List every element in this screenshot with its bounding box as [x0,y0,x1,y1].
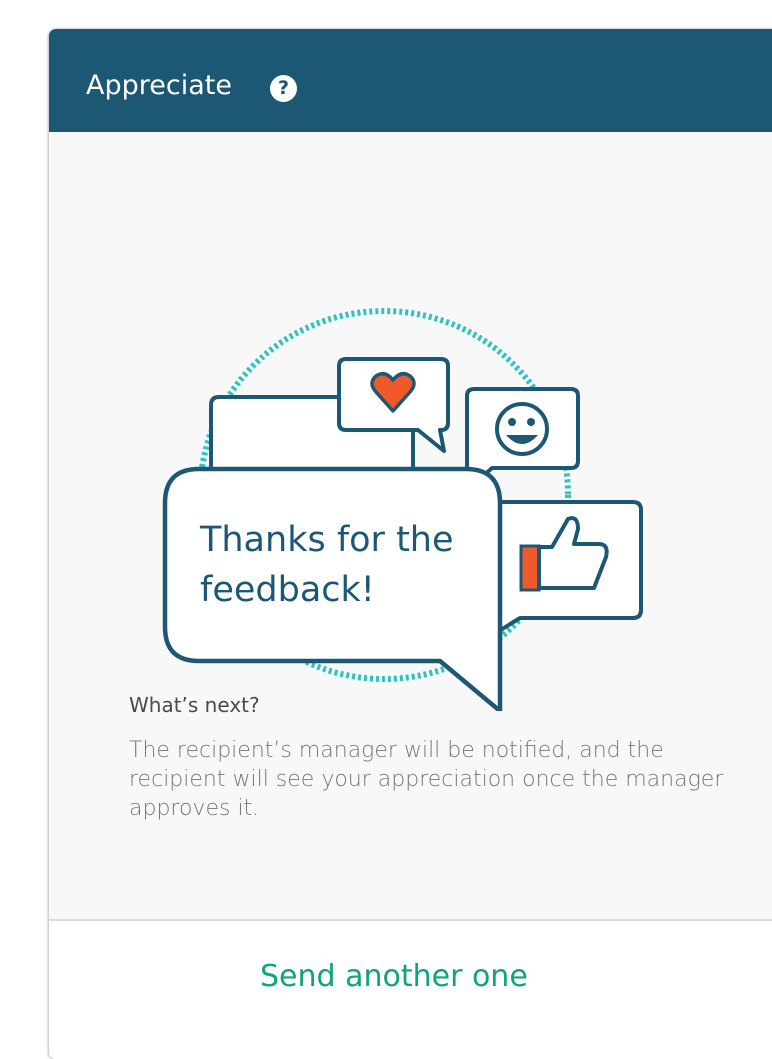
whats-next-heading: What’s next? [129,693,260,717]
appreciate-card: Appreciate ? Thanks for the feedback! Wh… [49,29,772,1059]
question-mark-icon[interactable]: ? [270,75,297,102]
illustration-text-line1: Thanks for the [199,520,454,560]
thumbs-up-bubble [484,500,643,641]
smiley-icon [495,402,549,456]
card-footer: Send another one [49,921,772,1059]
send-another-button[interactable]: Send another one [260,959,528,994]
card-header: Appreciate ? [49,29,772,132]
feedback-illustration: Thanks for the feedback! [162,308,643,711]
illustration-text-line2: feedback! [200,570,375,610]
card-title: Appreciate [86,70,232,101]
whats-next-description: The recipient’s manager will be notified… [129,738,724,821]
